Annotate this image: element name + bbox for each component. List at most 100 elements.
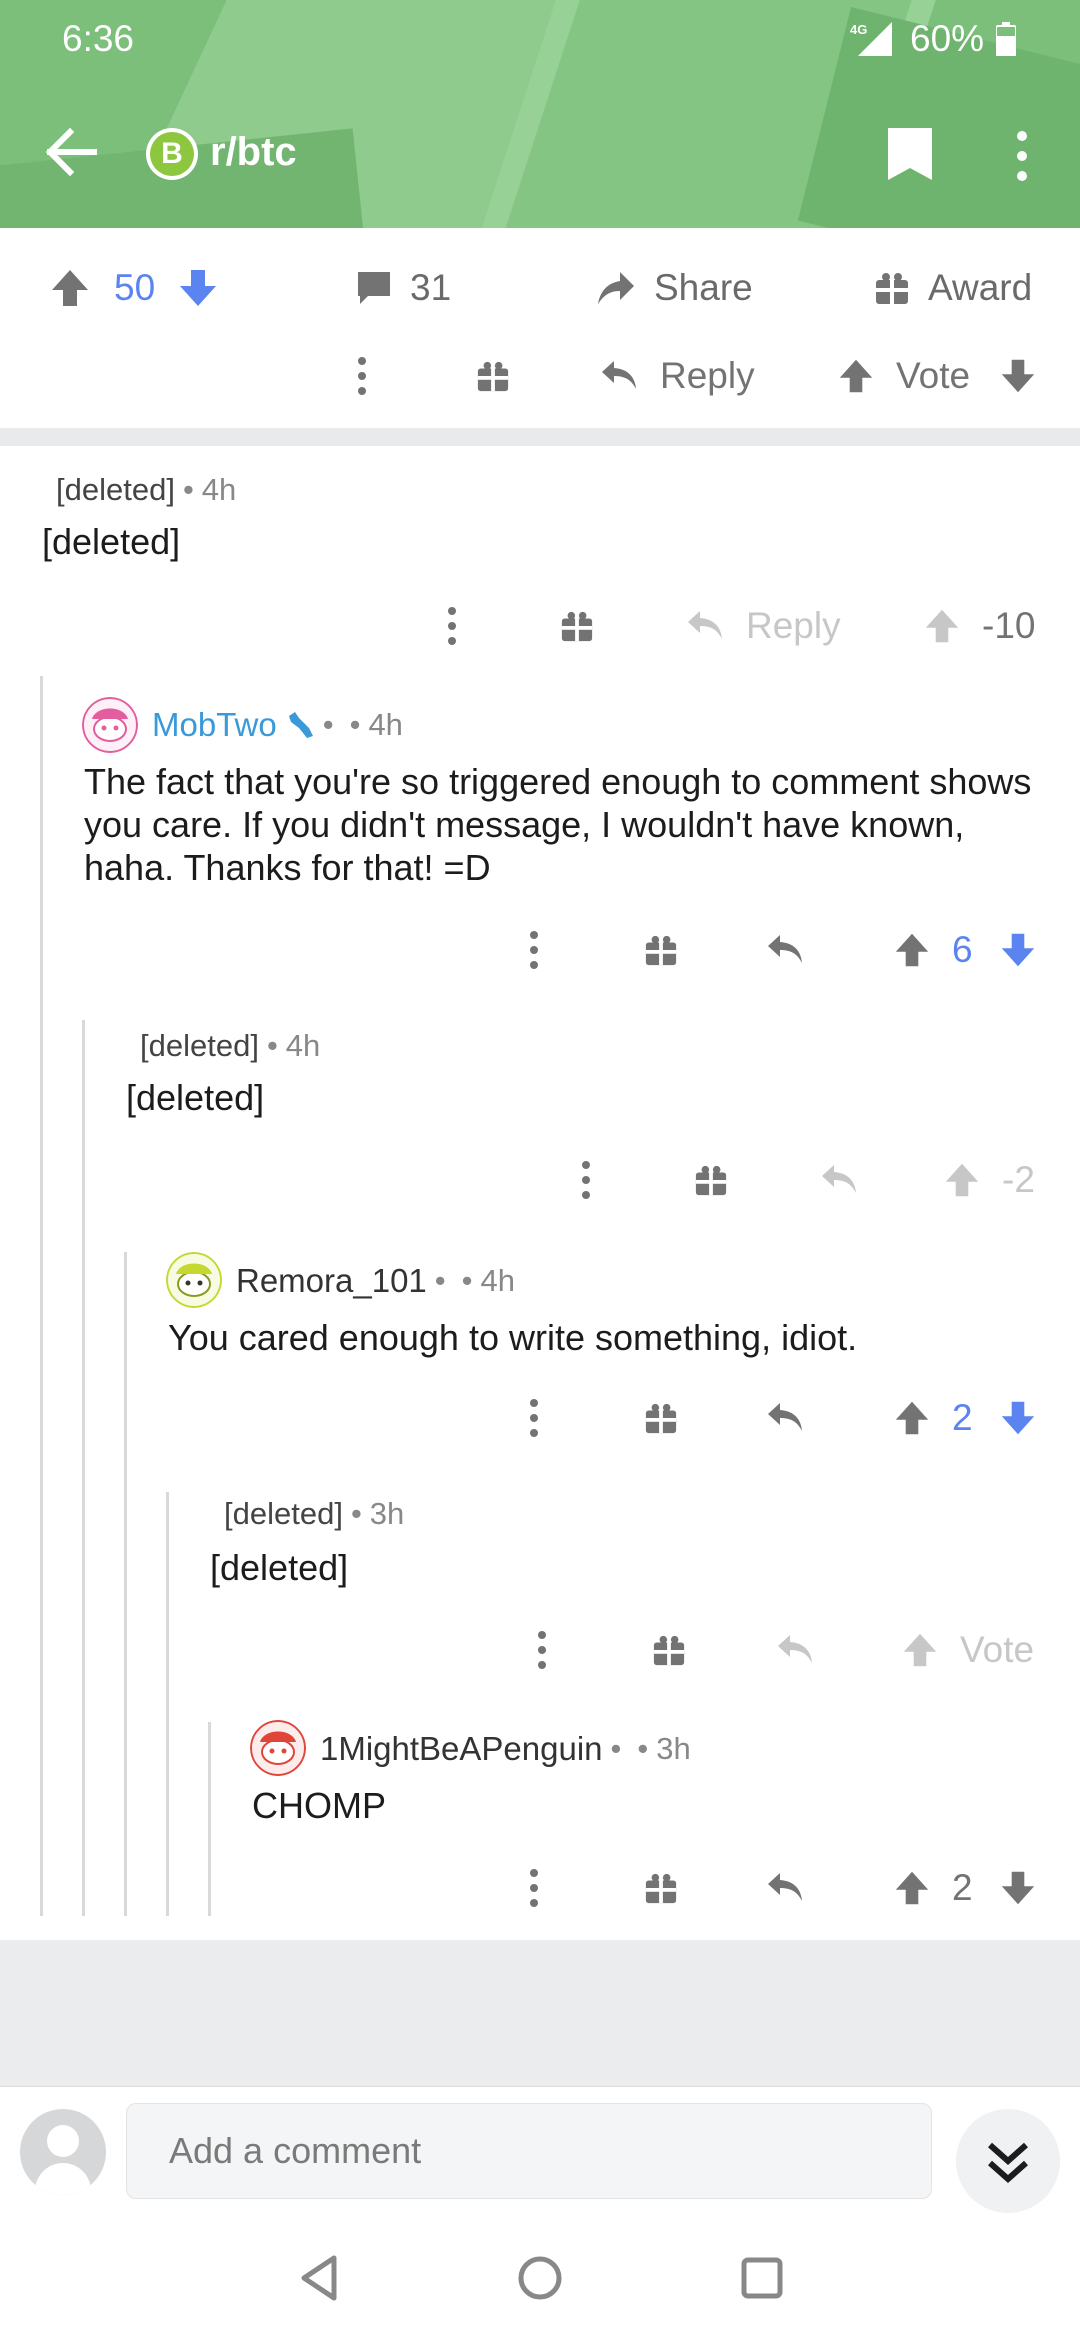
comment-award-button[interactable] xyxy=(476,336,510,416)
post-award-button[interactable]: Award xyxy=(874,228,1032,348)
comment-more-button[interactable] xyxy=(446,586,458,666)
comment-time: 4h xyxy=(201,472,237,507)
comment-count: 31 xyxy=(410,267,452,308)
status-bar: 6:36 4G 60% xyxy=(0,0,1080,80)
comment-award-button[interactable] xyxy=(644,910,678,990)
comment-score: 6 xyxy=(952,929,973,970)
comment-author[interactable]: 1MightBeAPenguin xyxy=(320,1730,603,1768)
reply-arrow-icon xyxy=(768,1873,802,1901)
comment-award-button[interactable] xyxy=(694,1140,728,1220)
battery-icon xyxy=(996,22,1016,56)
comment-reply-button[interactable] xyxy=(766,1848,804,1928)
more-options-icon xyxy=(358,357,366,395)
comment-downvote-button[interactable] xyxy=(1000,336,1036,416)
user-avatar[interactable] xyxy=(82,697,138,753)
post-downvote-button[interactable] xyxy=(178,228,236,348)
more-options-icon xyxy=(448,607,456,645)
gift-icon xyxy=(645,1873,677,1904)
comment-upvote-button[interactable]: 2 xyxy=(894,1848,973,1928)
add-comment-input[interactable]: Add a comment xyxy=(126,2103,932,2199)
separator-dot: • xyxy=(461,1263,473,1298)
comment-upvote-button[interactable]: Vote xyxy=(902,1610,1034,1690)
signal-icon xyxy=(858,22,892,56)
comment-divider xyxy=(0,428,1080,446)
comment-header: MobTwo • • 4h xyxy=(152,706,403,744)
bookmark-icon[interactable] xyxy=(884,126,936,182)
comment-author[interactable]: [deleted] xyxy=(56,472,175,508)
comment-author[interactable]: Remora_101 xyxy=(236,1262,427,1300)
battery-percent: 60% xyxy=(910,18,985,59)
comment-downvote-button[interactable] xyxy=(1000,1378,1036,1458)
comment-reply-button[interactable] xyxy=(776,1610,814,1690)
current-user-avatar[interactable] xyxy=(20,2109,106,2195)
comment-more-button[interactable] xyxy=(536,1610,548,1690)
subreddit-name[interactable]: r/btc xyxy=(210,130,297,175)
comment-header: [deleted] • 3h xyxy=(224,1496,404,1532)
comment-body: The fact that you're so triggered enough… xyxy=(84,761,1032,888)
separator-dot: • xyxy=(322,707,334,742)
comment-more-button[interactable] xyxy=(356,336,368,416)
comment-time: 4h xyxy=(285,1028,321,1063)
user-avatar[interactable] xyxy=(166,1252,222,1308)
comment-award-button[interactable] xyxy=(644,1378,678,1458)
subreddit-icon[interactable]: B xyxy=(146,128,198,180)
comment-author[interactable]: MobTwo xyxy=(152,706,277,744)
comment-reply-button[interactable]: Reply xyxy=(686,586,841,666)
separator-dot: • xyxy=(350,1496,362,1531)
separator-dot: • xyxy=(349,707,361,742)
comment-action-row: Vote xyxy=(0,1610,1080,1690)
downvote-arrow-icon xyxy=(1001,1871,1035,1905)
comment-header: [deleted] • 4h xyxy=(140,1028,320,1064)
recents-square-icon[interactable] xyxy=(732,2248,792,2308)
home-circle-icon[interactable] xyxy=(510,2248,570,2308)
gift-icon xyxy=(876,273,908,304)
collapse-threads-icon[interactable] xyxy=(956,2109,1060,2213)
upvote-arrow-icon xyxy=(895,1401,929,1435)
comment-upvote-button[interactable]: -10 xyxy=(924,586,1035,666)
moderator-wrench-icon xyxy=(288,712,313,738)
comment-action-row: Reply -10 xyxy=(0,586,1080,666)
comment-award-button[interactable] xyxy=(560,586,594,666)
comment-upvote-button[interactable]: 6 xyxy=(894,910,973,990)
comment-reply-button[interactable] xyxy=(820,1140,858,1220)
comment-more-button[interactable] xyxy=(528,1848,540,1928)
user-avatar[interactable] xyxy=(250,1720,306,1776)
comment-more-button[interactable] xyxy=(528,910,540,990)
upvote-arrow-icon xyxy=(903,1633,937,1667)
upvote-arrow-icon xyxy=(895,933,929,967)
gift-icon xyxy=(653,1635,685,1666)
comment-more-button[interactable] xyxy=(580,1140,592,1220)
upvote-arrow-icon xyxy=(945,1163,979,1197)
comment-author[interactable]: [deleted] xyxy=(224,1496,343,1532)
comment-upvote-button[interactable]: Vote xyxy=(838,336,970,416)
comment-downvote-button[interactable] xyxy=(1000,1848,1036,1928)
more-options-icon[interactable] xyxy=(1004,128,1040,184)
subreddit-header: 6:36 4G 60% B r/btc xyxy=(0,0,1080,228)
back-triangle-icon[interactable] xyxy=(290,2248,350,2308)
bitcoin-icon: B xyxy=(150,132,194,176)
gift-icon xyxy=(645,935,677,966)
post-comments-button[interactable]: 31 xyxy=(356,228,451,348)
comment-reply-button[interactable] xyxy=(766,910,804,990)
comment-more-button[interactable] xyxy=(528,1378,540,1458)
reply-arrow-icon xyxy=(602,361,636,389)
separator-dot: • xyxy=(610,1731,622,1766)
post-share-button[interactable]: Share xyxy=(596,228,753,348)
comment-action-row: 2 xyxy=(0,1378,1080,1458)
comment-reply-button[interactable] xyxy=(766,1378,804,1458)
comment-award-button[interactable] xyxy=(644,1848,678,1928)
comment-reply-button[interactable]: Reply xyxy=(600,336,755,416)
comment-author[interactable]: [deleted] xyxy=(140,1028,259,1064)
separator-dot: • xyxy=(182,472,194,507)
comment-time: 3h xyxy=(369,1496,405,1531)
comment-upvote-button[interactable]: 2 xyxy=(894,1378,973,1458)
post-upvote-button[interactable] xyxy=(50,228,108,348)
comment-downvote-button[interactable] xyxy=(1000,910,1036,990)
comment-award-button[interactable] xyxy=(652,1610,686,1690)
back-arrow-icon[interactable] xyxy=(44,126,100,178)
app-bar: B r/btc xyxy=(0,110,1080,194)
downvote-arrow-icon xyxy=(1001,933,1035,967)
reply-arrow-icon xyxy=(688,611,722,639)
comment-upvote-button[interactable]: -2 xyxy=(944,1140,1035,1220)
comment-header: 1MightBeAPenguin • • 3h xyxy=(320,1730,691,1768)
